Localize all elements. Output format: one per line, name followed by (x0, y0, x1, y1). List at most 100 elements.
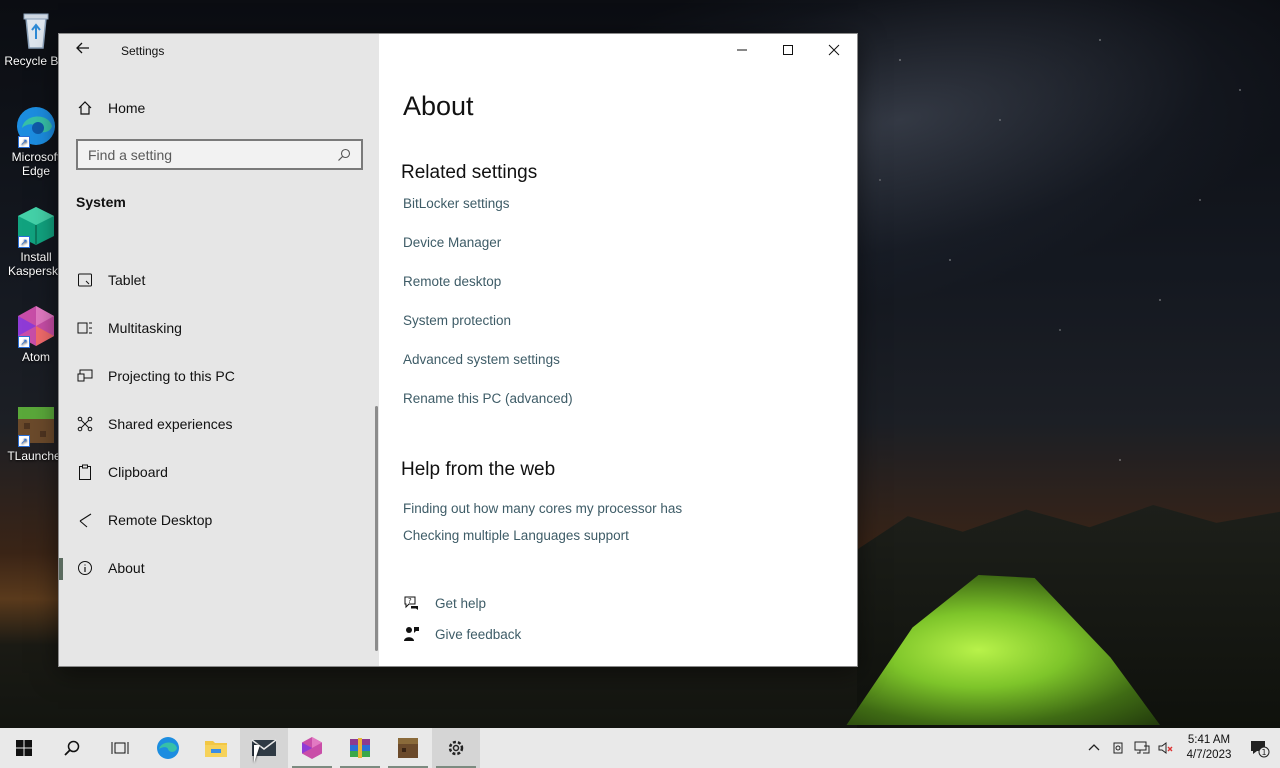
sidebar-item-remote-desktop[interactable]: Remote Desktop (59, 496, 377, 544)
system-tray: 5:41 AM 4/7/2023 1 (1082, 728, 1280, 768)
network-icon (1134, 741, 1150, 754)
about-content: About Related settings BitLocker setting… (379, 34, 857, 666)
gear-icon (448, 740, 464, 756)
close-icon (828, 44, 840, 56)
back-button[interactable] (69, 40, 97, 62)
taskbar-mail[interactable] (240, 728, 288, 768)
shortcut-arrow-icon: ↗ (18, 435, 30, 447)
sidebar-item-clipboard[interactable]: Clipboard (59, 448, 377, 496)
link-bitlocker-settings[interactable]: BitLocker settings (403, 196, 510, 211)
tablet-icon (76, 271, 94, 289)
page-title: About (403, 91, 474, 121)
give-feedback-link[interactable]: Give feedback (435, 627, 521, 642)
taskbar-settings[interactable] (432, 728, 480, 768)
section-title-system: System (76, 194, 126, 210)
back-arrow-icon (76, 42, 89, 54)
svg-text:?: ? (408, 597, 412, 605)
sidebar-item-multitasking[interactable]: Multitasking (59, 304, 377, 352)
system-nav-list: Tablet Multitasking Projecting to this P… (59, 256, 377, 592)
atom-icon: ↗ (14, 304, 58, 348)
clock-date: 4/7/2023 (1186, 749, 1232, 761)
taskbar-edge[interactable] (144, 728, 192, 768)
info-icon (76, 559, 94, 577)
sidebar-item-label: Shared experiences (108, 416, 233, 432)
close-button[interactable] (811, 34, 857, 66)
desktop-icon-label: TLauncher (7, 449, 65, 463)
settings-sidebar: Settings Home Find a setting System Tabl… (59, 34, 379, 666)
winrar-icon (350, 738, 370, 758)
taskbar-tlauncher[interactable] (384, 728, 432, 768)
remote-desktop-icon (76, 511, 94, 529)
give-feedback-row[interactable]: Give feedback (403, 625, 521, 643)
search-input[interactable]: Find a setting (76, 139, 363, 170)
atom-icon (302, 737, 322, 759)
link-advanced-system-settings[interactable]: Advanced system settings (403, 352, 560, 367)
sidebar-item-projecting[interactable]: Projecting to this PC (59, 352, 377, 400)
sidebar-item-shared-experiences[interactable]: Shared experiences (59, 400, 377, 448)
title-bar[interactable]: Settings (59, 34, 379, 68)
link-rename-pc[interactable]: Rename this PC (advanced) (403, 391, 573, 406)
maximize-icon (783, 45, 793, 55)
kaspersky-icon: ↗ (14, 204, 58, 248)
taskbar-clock[interactable]: 5:41 AM 4/7/2023 (1178, 733, 1240, 763)
task-view-icon (111, 742, 129, 754)
settings-window: Settings Home Find a setting System Tabl… (58, 33, 858, 667)
notification-icon: 1 (1251, 741, 1270, 758)
sidebar-item-about[interactable]: About (59, 544, 377, 592)
clock-time: 5:41 AM (1187, 734, 1231, 746)
tray-overflow-button[interactable] (1082, 728, 1106, 768)
sidebar-item-label: Projecting to this PC (108, 368, 235, 384)
clipboard-icon (76, 463, 94, 481)
tray-network-button[interactable] (1130, 728, 1154, 768)
sidebar-item-tablet[interactable]: Tablet (59, 256, 377, 304)
taskbar: 5:41 AM 4/7/2023 1 (0, 728, 1280, 768)
taskbar-atom[interactable] (288, 728, 336, 768)
get-help-row[interactable]: ? Get help (403, 594, 486, 612)
link-languages-support[interactable]: Checking multiple Languages support (403, 528, 629, 543)
volume-muted-icon (1158, 742, 1173, 754)
get-help-link[interactable]: Get help (435, 596, 486, 611)
task-view-button[interactable] (96, 728, 144, 768)
related-settings-heading: Related settings (401, 162, 538, 183)
desktop-icon-label: Install Kaspersky (7, 250, 65, 278)
tray-volume-button[interactable] (1154, 728, 1178, 768)
nav-home[interactable]: Home (59, 94, 379, 122)
shortcut-arrow-icon: ↗ (18, 236, 30, 248)
window-controls (719, 34, 857, 66)
link-system-protection[interactable]: System protection (403, 313, 511, 328)
search-placeholder: Find a setting (88, 146, 173, 163)
get-help-icon: ? (404, 596, 418, 610)
edge-icon: ↗ (14, 104, 58, 148)
taskbar-file-explorer[interactable] (192, 728, 240, 768)
chevron-up-icon (1088, 744, 1100, 751)
link-remote-desktop[interactable]: Remote desktop (403, 274, 501, 289)
link-processor-cores[interactable]: Finding out how many cores my processor … (403, 501, 682, 516)
maximize-button[interactable] (765, 34, 811, 66)
search-icon (64, 740, 80, 756)
start-button[interactable] (0, 728, 48, 768)
tray-device-button[interactable] (1106, 728, 1130, 768)
shortcut-arrow-icon: ↗ (18, 336, 30, 348)
minimize-button[interactable] (719, 34, 765, 66)
minimize-icon (737, 49, 747, 51)
folder-icon (205, 741, 227, 757)
shortcut-arrow-icon: ↗ (18, 136, 30, 148)
sidebar-scrollbar[interactable] (375, 406, 378, 651)
action-center-button[interactable]: 1 (1240, 728, 1280, 768)
nav-home-label: Home (108, 100, 146, 116)
desktop-icon-label: Microsoft Edge (11, 150, 61, 178)
taskbar-winrar[interactable] (336, 728, 384, 768)
tlauncher-icon: ↗ (14, 403, 58, 447)
home-icon (76, 99, 94, 117)
help-from-web-heading: Help from the web (401, 459, 556, 480)
sidebar-item-label: Remote Desktop (108, 512, 213, 528)
projecting-icon (76, 367, 94, 385)
shared-experiences-icon (76, 415, 94, 433)
sidebar-item-label: Multitasking (108, 320, 182, 336)
taskbar-search-button[interactable] (48, 728, 96, 768)
device-icon (1113, 742, 1123, 754)
app-title: Settings (121, 44, 165, 58)
link-device-manager[interactable]: Device Manager (403, 235, 501, 250)
recycle-bin-icon (14, 8, 58, 52)
sidebar-item-label: Clipboard (108, 464, 168, 480)
